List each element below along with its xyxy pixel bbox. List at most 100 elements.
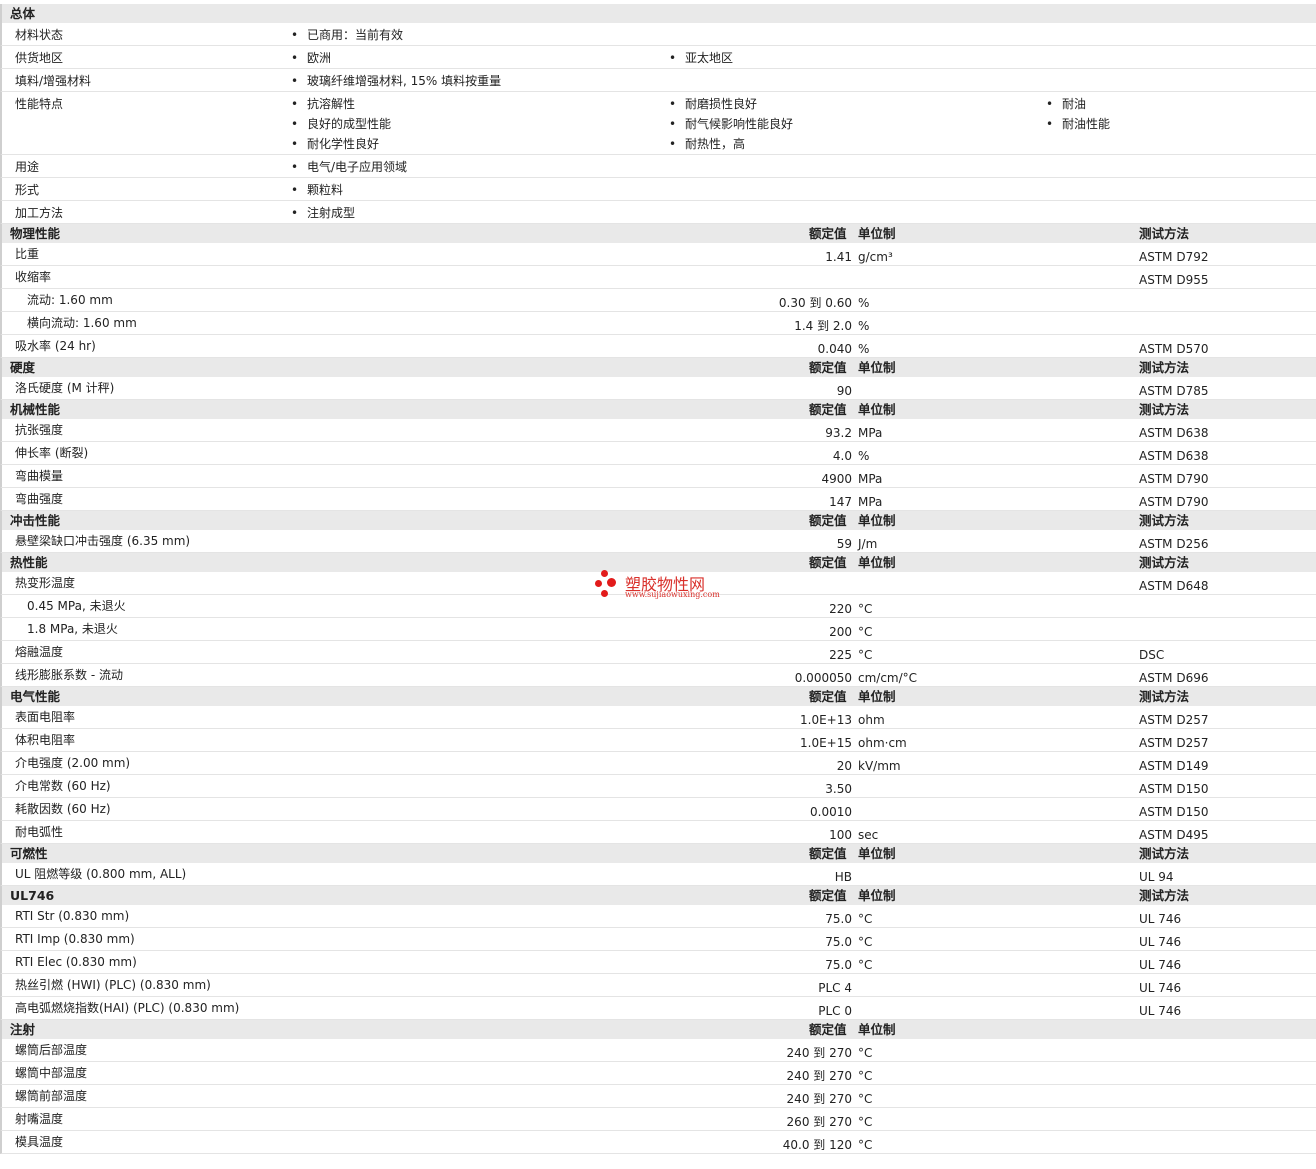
property-name: 耐电弧性 — [15, 825, 64, 839]
property-row: 体积电阻率 1.0E+15 ohm·cm ASTM D257 — [0, 729, 1316, 752]
property-unit: sec — [858, 828, 879, 842]
property-name: 伸长率 (断裂) — [15, 446, 89, 460]
property-value: PLC 0 — [818, 1004, 852, 1018]
property-name: 射嘴温度 — [15, 1112, 64, 1126]
property-unit: °C — [858, 648, 873, 662]
property-value: 225 — [829, 648, 852, 662]
column-header-value: 额定值 — [809, 226, 847, 241]
property-name: 横向流动: 1.60 mm — [27, 316, 137, 330]
row-label: 加工方法 — [15, 206, 64, 220]
property-unit: g/cm³ — [858, 250, 893, 264]
logo-dot — [607, 578, 616, 587]
property-unit: kV/mm — [858, 759, 901, 773]
property-row: 螺筒前部温度 240 到 270 °C — [0, 1085, 1316, 1108]
property-row: 模具温度 40.0 到 120 °C — [0, 1131, 1316, 1154]
section-header: 冲击性能 额定值 单位制 测试方法 — [0, 511, 1316, 530]
property-row: 收缩率 ASTM D955 — [0, 266, 1316, 289]
property-row: 射嘴温度 260 到 270 °C — [0, 1108, 1316, 1131]
column-header-method: 测试方法 — [1139, 513, 1190, 528]
property-unit: °C — [858, 1115, 873, 1129]
property-unit: °C — [858, 1046, 873, 1060]
property-unit: % — [858, 342, 870, 356]
property-value: 1.0E+13 — [800, 713, 852, 727]
section-header: 物理性能 额定值 单位制 测试方法 — [0, 224, 1316, 243]
property-unit: cm/cm/°C — [858, 671, 918, 685]
property-unit: °C — [858, 625, 873, 639]
property-value: 0.040 — [817, 342, 852, 356]
property-name: 弯曲强度 — [15, 492, 64, 506]
property-name: 体积电阻率 — [15, 733, 76, 747]
property-value: HB — [834, 870, 852, 884]
row-label: 填料/增强材料 — [15, 74, 92, 88]
column-header-method: 测试方法 — [1139, 555, 1190, 570]
property-row: 螺筒中部温度 240 到 270 °C — [0, 1062, 1316, 1085]
logo-dot — [601, 590, 608, 597]
section-title: UL746 — [10, 888, 55, 903]
property-row: 伸长率 (断裂) 4.0% ASTM D638 — [0, 442, 1316, 465]
logo-dot — [595, 580, 602, 587]
property-row: UL 阻燃等级 (0.800 mm, ALL) HB UL 94 — [0, 863, 1316, 886]
list-item: 耐气候影响性能良好 — [669, 116, 793, 132]
list-item: 耐油 — [1046, 96, 1086, 112]
property-value: 75.0 — [825, 935, 852, 949]
column-header-unit: 单位制 — [858, 846, 896, 861]
property-value: 90 — [836, 384, 852, 398]
section-title: 硬度 — [10, 360, 36, 375]
property-unit: °C — [858, 602, 873, 616]
list-item: 耐油性能 — [1046, 116, 1110, 132]
column-header-unit: 单位制 — [858, 689, 896, 704]
property-unit: °C — [858, 1092, 873, 1106]
section-header-general: 总体 — [0, 4, 1316, 23]
test-method: ASTM D495 — [1139, 828, 1209, 842]
property-unit: MPa — [858, 495, 883, 509]
section-header: 硬度 额定值 单位制 测试方法 — [0, 358, 1316, 377]
property-name: 1.8 MPa, 未退火 — [27, 622, 118, 636]
property-name: 熔融温度 — [15, 645, 64, 659]
property-unit: J/m — [858, 537, 878, 551]
test-method: UL 746 — [1139, 958, 1182, 972]
property-value: 40.0 到 120 — [782, 1138, 852, 1152]
column-header-value: 额定值 — [809, 1022, 847, 1037]
property-name: 介电强度 (2.00 mm) — [15, 756, 131, 770]
column-header-value: 额定值 — [809, 513, 847, 528]
property-value: 200 — [829, 625, 852, 639]
list-item: 欧洲 — [291, 50, 331, 66]
property-name: 模具温度 — [15, 1135, 64, 1149]
watermark-url: www.sujiaowuxing.com — [625, 590, 720, 599]
list-item: 耐磨损性良好 — [669, 96, 757, 112]
property-row: 熔融温度 225 °C DSC — [0, 641, 1316, 664]
property-value: 20 — [836, 759, 852, 773]
property-value: 75.0 — [825, 912, 852, 926]
property-row: 线形膨胀系数 - 流动 0.000050 cm/cm/°C ASTM D696 — [0, 664, 1316, 687]
property-value: 100 — [829, 828, 852, 842]
test-method: ASTM D149 — [1139, 759, 1209, 773]
property-row: 热丝引燃 (HWI) (PLC) (0.830 mm) PLC 4 UL 746 — [0, 974, 1316, 997]
property-row: 螺筒后部温度 240 到 270 °C — [0, 1039, 1316, 1062]
column-header-method: 测试方法 — [1139, 360, 1190, 375]
property-value: 0.0010 — [810, 805, 852, 819]
property-value: 4.0 — [832, 449, 852, 463]
section-title: 注射 — [10, 1022, 36, 1037]
column-header-value: 额定值 — [809, 402, 847, 417]
property-value: 0.30 到 0.60 — [778, 296, 852, 310]
test-method: ASTM D955 — [1139, 273, 1209, 287]
test-method: ASTM D792 — [1139, 250, 1209, 264]
property-row: 洛氏硬度 (M 计秤) 90 ASTM D785 — [0, 377, 1316, 400]
property-row: 吸水率 (24 hr) 0.040% ASTM D570 — [0, 335, 1316, 358]
property-name: 螺筒中部温度 — [15, 1066, 88, 1080]
test-method: ASTM D785 — [1139, 384, 1209, 398]
section-header: 可燃性 额定值 单位制 测试方法 — [0, 844, 1316, 863]
property-name: RTI Imp (0.830 mm) — [15, 932, 135, 946]
property-row: 耐电弧性 100 sec ASTM D495 — [0, 821, 1316, 844]
property-row: 弯曲模量 4900 MPa ASTM D790 — [0, 465, 1316, 488]
property-unit: % — [858, 319, 870, 333]
property-row: 比重 1.41 g/cm³ ASTM D792 — [0, 243, 1316, 266]
property-row: 介电常数 (60 Hz) 3.50 ASTM D150 — [0, 775, 1316, 798]
property-value: 0.000050 — [794, 671, 852, 685]
property-unit: °C — [858, 912, 873, 926]
test-method: ASTM D257 — [1139, 713, 1209, 727]
property-name: 螺筒后部温度 — [15, 1043, 88, 1057]
property-value: 1.4 到 2.0 — [794, 319, 852, 333]
property-value: 93.2 — [825, 426, 852, 440]
property-name: RTI Elec (0.830 mm) — [15, 955, 137, 969]
